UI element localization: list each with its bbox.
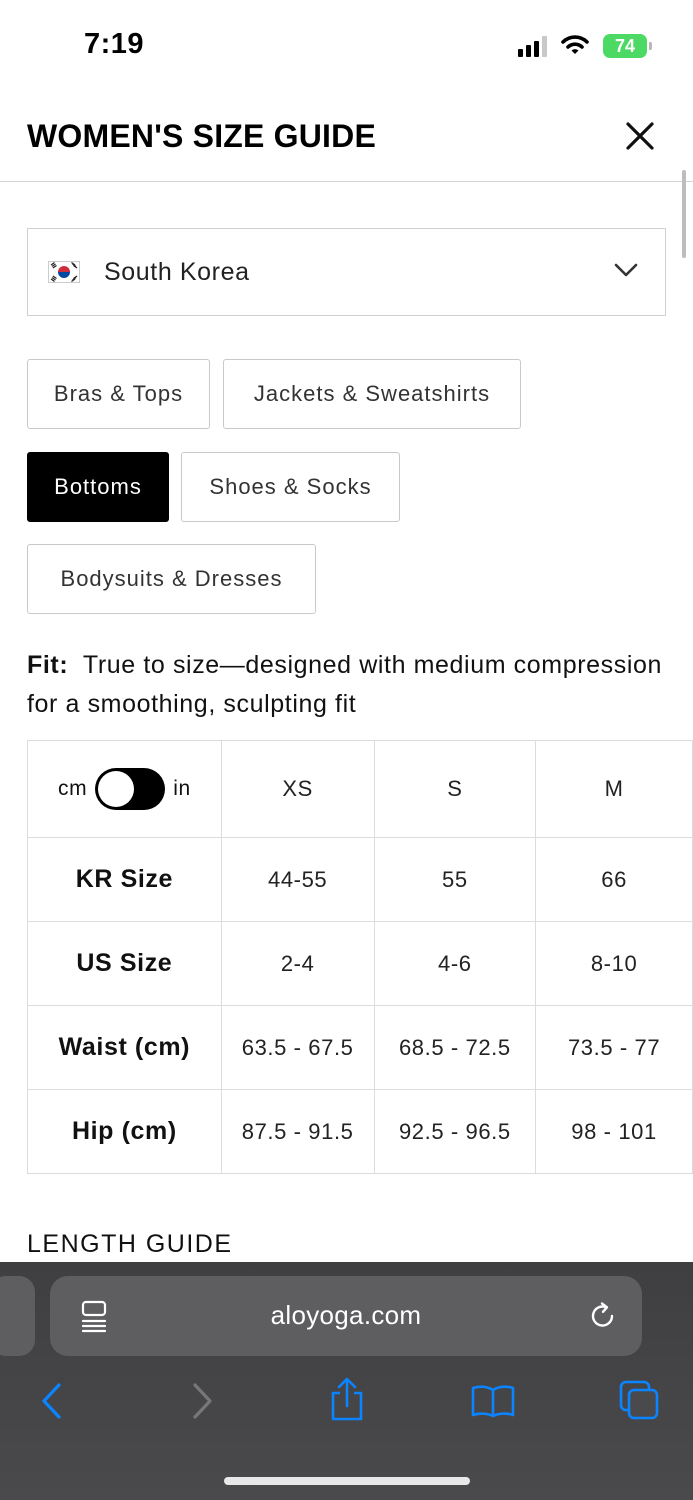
previous-tab-preview[interactable]: [0, 1276, 35, 1356]
battery-icon: 74: [603, 34, 652, 58]
scrollbar[interactable]: [682, 170, 686, 258]
table-cell: 8-10: [535, 921, 693, 1006]
table-row: KR Size 44-55 55 66: [27, 837, 693, 922]
table-row: US Size 2-4 4-6 8-10: [27, 921, 693, 1006]
table-cell: 73.5 - 77: [535, 1005, 693, 1090]
browser-toolbar: aloyoga.com: [0, 1262, 693, 1500]
forward-icon[interactable]: [188, 1382, 216, 1420]
table-row: Hip (cm) 87.5 - 91.5 92.5 - 96.5 98 - 10…: [27, 1089, 693, 1174]
home-indicator[interactable]: [224, 1477, 470, 1485]
table-cell: 63.5 - 67.5: [220, 1005, 375, 1090]
length-guide-heading: LENGTH GUIDE: [27, 1230, 233, 1258]
table-cell: 55: [373, 837, 537, 922]
row-label: Waist (cm): [27, 1005, 222, 1090]
row-label: KR Size: [27, 837, 222, 922]
bookmarks-icon[interactable]: [470, 1384, 516, 1418]
country-select-value: South Korea: [104, 257, 250, 286]
category-bras-tops-button[interactable]: Bras & Tops: [27, 359, 210, 429]
column-header-xs: XS: [220, 740, 375, 838]
fit-label: Fit:: [27, 651, 69, 679]
unit-in-label: in: [173, 777, 191, 800]
size-guide-page: 7:19 74 WOMEN'S SIZE GUIDE South Korea B…: [0, 0, 693, 1500]
category-bottoms-button[interactable]: Bottoms: [27, 452, 169, 522]
table-cell: 66: [535, 837, 693, 922]
reload-icon[interactable]: [588, 1301, 618, 1331]
close-icon[interactable]: [620, 116, 660, 156]
table-cell: 4-6: [373, 921, 537, 1006]
unit-toggle[interactable]: cm in: [28, 768, 220, 810]
category-shoes-socks-button[interactable]: Shoes & Socks: [181, 452, 400, 522]
unit-switch-knob: [98, 771, 135, 807]
table-header-row: cm in XS S M: [27, 740, 693, 838]
header-divider: [0, 181, 693, 182]
chevron-down-icon: [614, 263, 638, 277]
size-table: cm in XS S M KR Size 44-55 55 66 US Size…: [27, 740, 693, 1174]
status-time: 7:19: [84, 28, 145, 60]
table-cell: 68.5 - 72.5: [373, 1005, 537, 1090]
country-select[interactable]: South Korea: [27, 228, 666, 316]
column-header-m: M: [535, 740, 693, 838]
table-cell: 2-4: [220, 921, 375, 1006]
address-bar[interactable]: aloyoga.com: [50, 1276, 642, 1356]
row-label: US Size: [27, 921, 222, 1006]
share-icon[interactable]: [328, 1376, 366, 1422]
category-bodysuits-dresses-button[interactable]: Bodysuits & Dresses: [27, 544, 316, 614]
table-cell: 98 - 101: [535, 1089, 693, 1174]
unit-cm-label: cm: [57, 777, 88, 800]
page-title: WOMEN'S SIZE GUIDE: [27, 118, 377, 154]
table-cell: 87.5 - 91.5: [220, 1089, 375, 1174]
back-icon[interactable]: [38, 1382, 66, 1420]
category-jackets-sweatshirts-button[interactable]: Jackets & Sweatshirts: [223, 359, 521, 429]
status-icons: 74: [518, 32, 652, 60]
table-cell: 44-55: [220, 837, 375, 922]
cellular-signal-icon: [518, 35, 547, 57]
south-korea-flag-icon: [48, 261, 80, 283]
fit-description: Fit: True to size—designed with medium c…: [27, 646, 667, 724]
unit-toggle-cell: cm in: [27, 740, 222, 838]
fit-text: True to size—designed with medium compre…: [27, 651, 663, 718]
unit-switch[interactable]: [95, 768, 166, 810]
battery-level: 74: [614, 35, 636, 56]
row-label: Hip (cm): [27, 1089, 222, 1174]
url-text: aloyoga.com: [270, 1300, 422, 1330]
tabs-icon[interactable]: [618, 1379, 660, 1421]
column-header-s: S: [373, 740, 537, 838]
table-row: Waist (cm) 63.5 - 67.5 68.5 - 72.5 73.5 …: [27, 1005, 693, 1090]
wifi-icon: [561, 35, 589, 54]
table-cell: 92.5 - 96.5: [373, 1089, 537, 1174]
